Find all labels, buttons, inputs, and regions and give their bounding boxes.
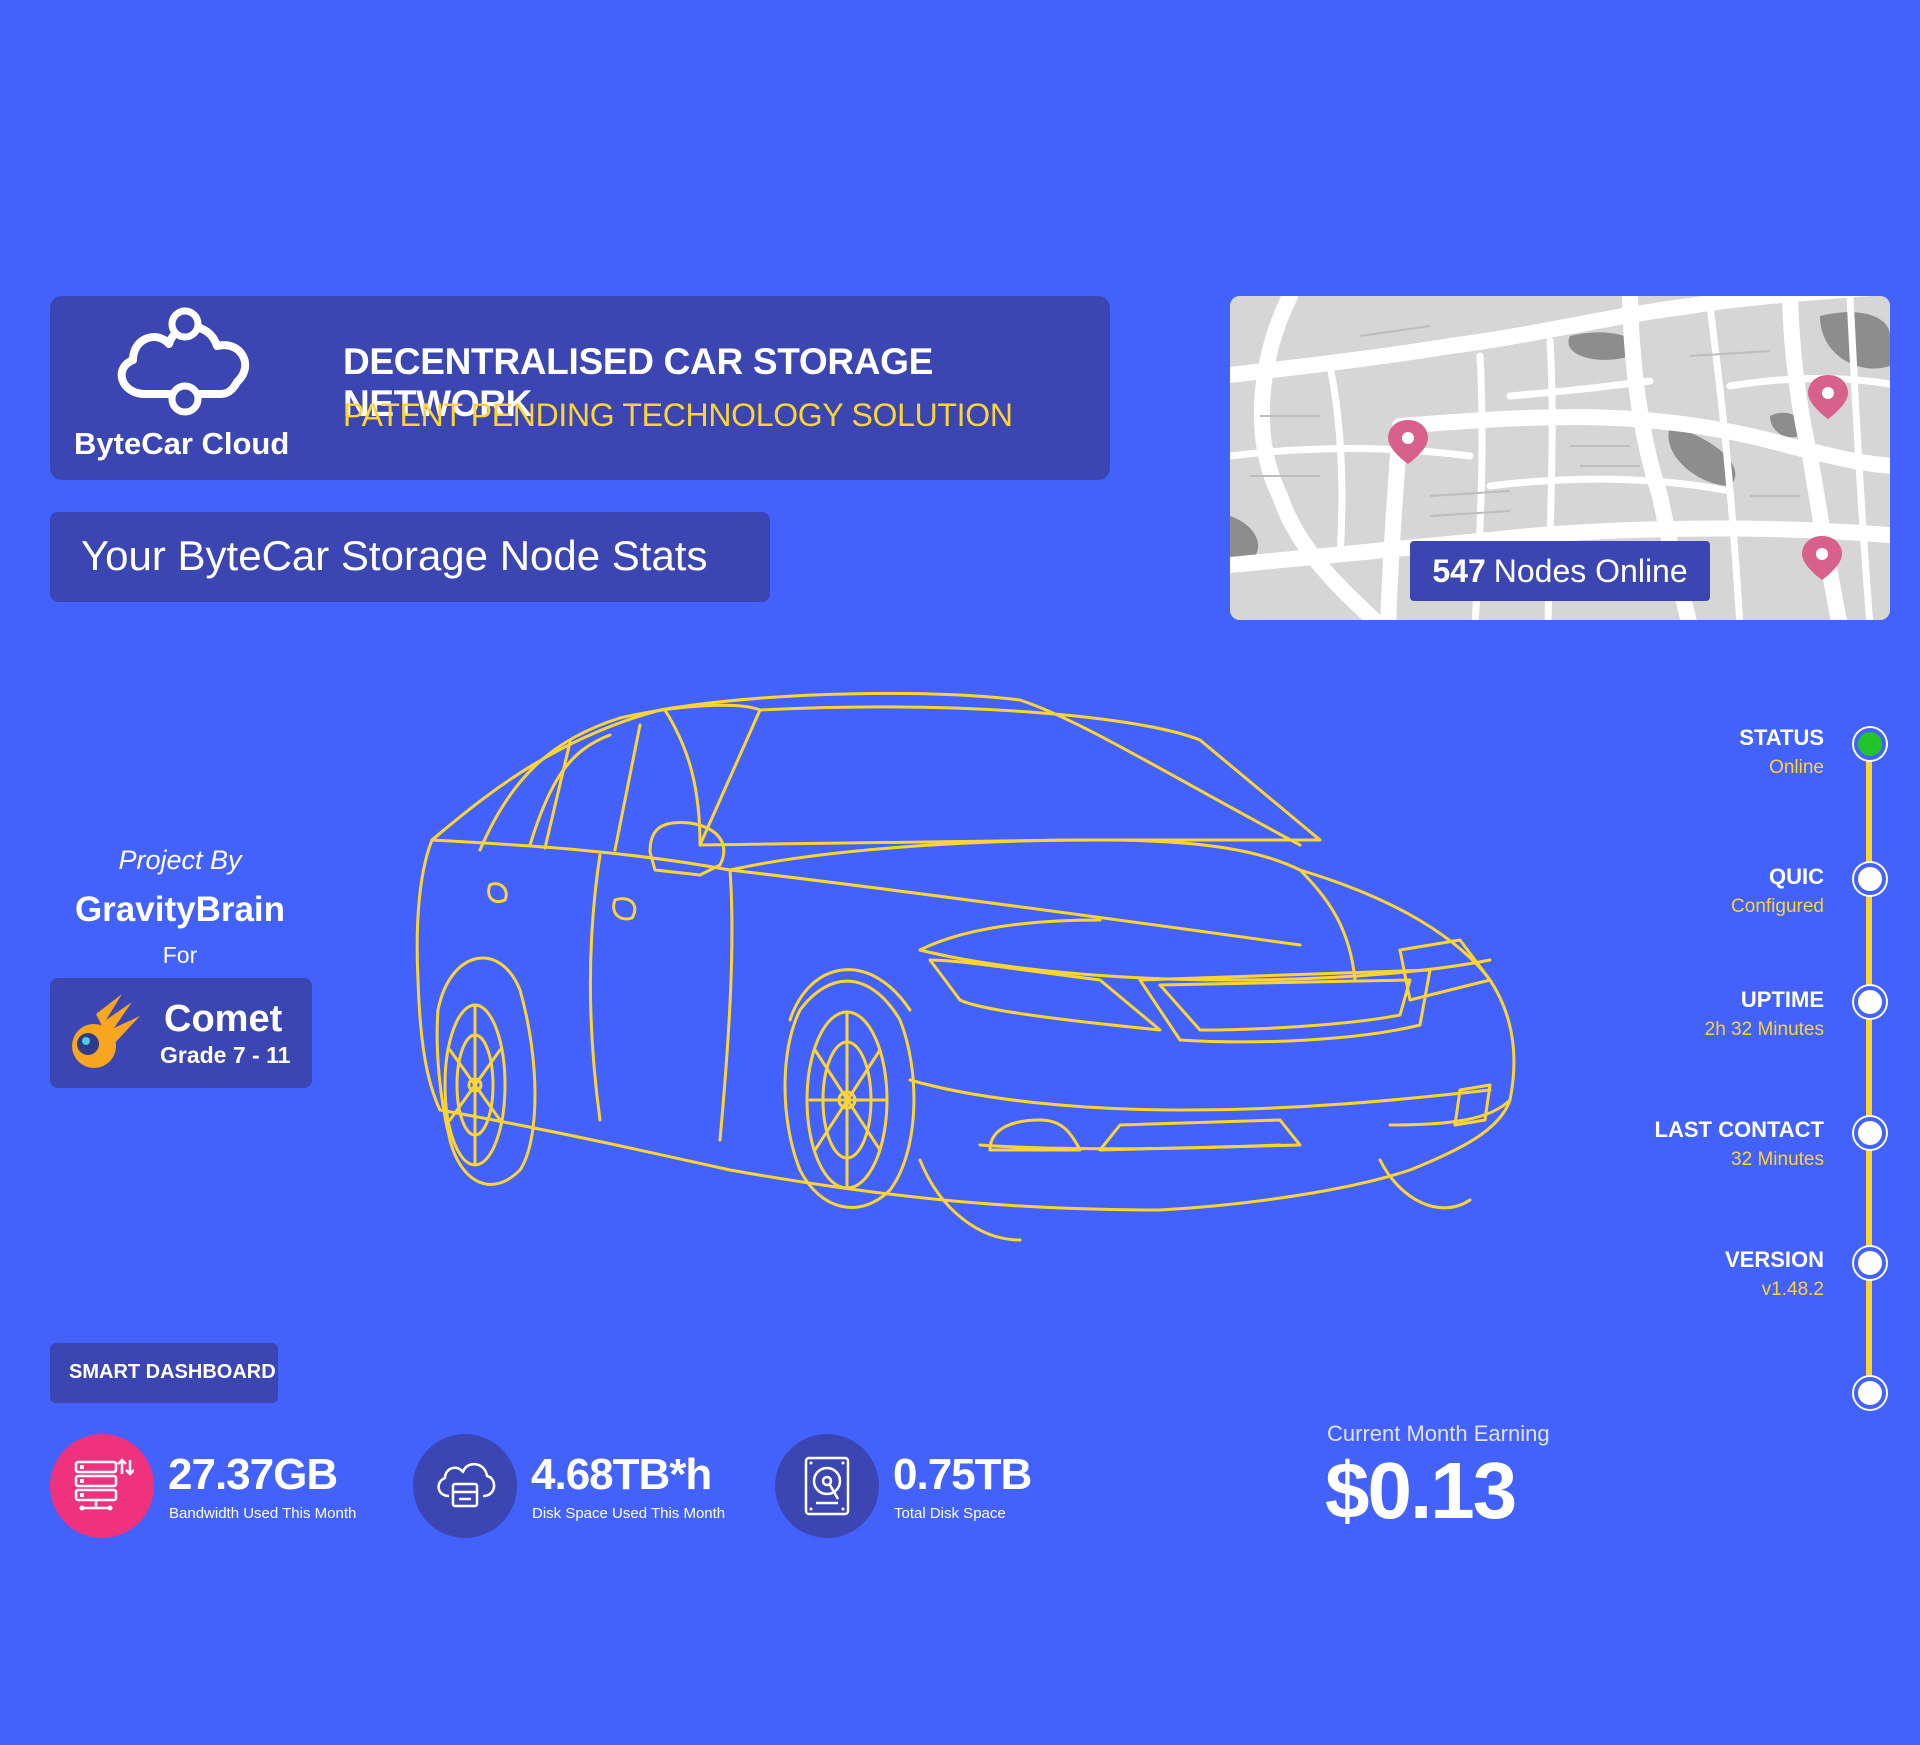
project-by-label: Project By <box>118 845 242 875</box>
cloud-network-icon <box>117 307 250 416</box>
server-transfer-icon <box>74 1458 134 1511</box>
total-disk-stat-badge <box>775 1434 879 1538</box>
status-node-online <box>1854 728 1886 760</box>
brand-name: ByteCar Cloud <box>74 426 290 461</box>
project-for-label: For <box>162 942 198 968</box>
version-value: v1.48.2 <box>1761 1279 1824 1300</box>
uptime-label: UPTIME <box>1740 987 1824 1012</box>
disk-used-value: 4.68TB*h <box>531 1450 712 1499</box>
nodes-count: 547 <box>1432 552 1486 589</box>
disk-used-caption: Disk Space Used This Month <box>532 1505 726 1522</box>
page-title: Your ByteCar Storage Node Stats <box>81 532 708 579</box>
header-banner: ByteCar Cloud DECENTRALISED CAR STORAGE … <box>50 296 1110 480</box>
uptime-value: 2h 32 Minutes <box>1704 1019 1824 1040</box>
quic-node <box>1854 863 1886 895</box>
quic-value: Configured <box>1731 896 1824 917</box>
program-name: Comet <box>164 998 283 1040</box>
project-author: GravityBrain <box>74 890 286 929</box>
earning-label: Current Month Earning <box>1327 1421 1550 1446</box>
total-disk-value: 0.75TB <box>893 1450 1032 1499</box>
disk-used-stat-badge <box>413 1434 517 1538</box>
status-value: Online <box>1769 757 1824 778</box>
car-outline-illustration <box>415 691 1516 1242</box>
cloud-storage-icon <box>437 1463 496 1508</box>
status-timeline-line <box>1866 742 1872 1392</box>
last-contact-value: 32 Minutes <box>1731 1149 1824 1170</box>
version-label: VERSION <box>1724 1247 1824 1272</box>
version-node <box>1854 1247 1886 1279</box>
bandwidth-value: 27.37GB <box>168 1450 338 1499</box>
smart-dashboard-button[interactable]: SMART DASHBOARD <box>50 1343 278 1403</box>
comet-program-badge: Comet Grade 7 - 11 <box>50 978 312 1088</box>
program-grade: Grade 7 - 11 <box>160 1042 291 1068</box>
last-contact-label: LAST CONTACT <box>1654 1117 1824 1142</box>
timeline-end-node <box>1854 1377 1886 1409</box>
bandwidth-caption: Bandwidth Used This Month <box>169 1505 357 1522</box>
bandwidth-stat-badge <box>50 1434 154 1538</box>
last-contact-node <box>1854 1117 1886 1149</box>
quic-label: QUIC <box>1769 864 1824 889</box>
earning-value: $0.13 <box>1325 1446 1517 1535</box>
nodes-online-badge: 547 Nodes Online <box>1410 541 1710 601</box>
total-disk-caption: Total Disk Space <box>894 1505 1006 1522</box>
nodes-label: Nodes Online <box>1493 552 1688 589</box>
uptime-node <box>1854 986 1886 1018</box>
header-subtitle: PATENT PENDING TECHNOLOGY SOLUTION <box>343 397 1013 433</box>
comet-icon <box>72 994 140 1068</box>
status-label: STATUS <box>1739 725 1824 750</box>
smart-dashboard-label: SMART DASHBOARD <box>69 1361 276 1383</box>
nodes-map[interactable]: 547 Nodes Online <box>1230 296 1890 620</box>
page-title-box: Your ByteCar Storage Node Stats <box>50 512 770 602</box>
hard-drive-icon <box>804 1456 850 1516</box>
